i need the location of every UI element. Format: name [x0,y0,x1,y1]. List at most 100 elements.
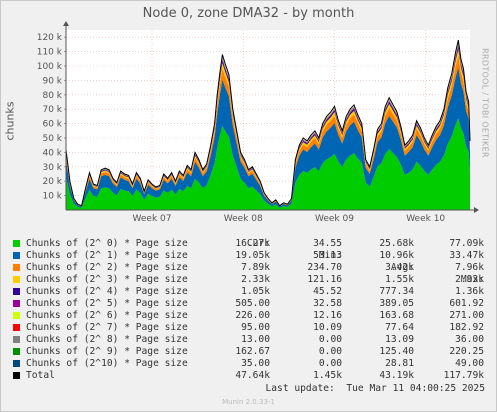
y-tick-label: 120 k [37,33,63,43]
y-tick-label: 20 k [42,177,62,187]
legend-label: Chunks of (2^ 4) * Page size [26,286,188,297]
legend-avg-value: 13.09 [385,334,414,345]
legend-avg-value: 163.68 [379,310,414,321]
legend-cur-value: 16.27k [235,238,270,249]
legend-min-value: 1.45k [313,370,342,381]
legend-min-value: 12.16 [313,310,342,321]
y-tick-label: 50 k [42,134,62,144]
legend-label: Chunks of (2^ 5) * Page size [26,298,188,309]
legend-avg-value: 3.42k [385,262,414,273]
y-tick-label: 30 k [42,163,62,173]
legend-row: Chunks of (2^ 3) * Page size 2.33k 121.16 1… [0,274,497,286]
legend-label: Chunks of (2^ 7) * Page size [26,322,188,333]
legend-row: Chunks of (2^ 0) * Page size 16.27k 34.55 2… [0,238,497,250]
legend-label: Chunks of (2^ 9) * Page size [26,346,188,357]
y-tick-label: 40 k [42,148,62,158]
x-tick-label: Week 09 [315,214,354,224]
legend-avg-value: 389.05 [379,298,414,309]
legend-swatch [13,300,20,307]
y-tick-label: 100 k [37,62,63,72]
legend-max-value: 182.92 [449,322,484,333]
legend-max-value: 117.79k [443,370,484,381]
legend-row: Chunks of (2^ 8) * Page size 13.00 0.00 13.… [0,334,497,346]
legend-row: Chunks of (2^ 6) * Page size 226.00 12.16 1… [0,310,497,322]
legend-swatch [13,348,20,355]
legend-swatch [13,276,20,283]
legend-label: Chunks of (2^ 1) * Page size [26,250,188,261]
legend-label: Chunks of (2^ 8) * Page size [26,334,188,345]
legend-min-value: 32.58 [313,298,342,309]
legend-cur-value: 47.64k [235,370,270,381]
y-tick-label: 80 k [42,91,62,101]
legend-min-value: 45.52 [313,286,342,297]
legend-cur-value: 95.00 [241,322,270,333]
legend-label: Chunks of (2^ 6) * Page size [26,310,188,321]
legend-swatch [13,252,20,259]
legend-row: Chunks of (2^ 4) * Page size 1.05k 45.52 77… [0,286,497,298]
legend-max-value: 36.00 [455,334,484,345]
legend-header: Cur: Min: Avg: Max: [0,226,497,285]
legend-min-value: 0.00 [318,346,342,357]
legend-max-value: 220.25 [449,346,484,357]
legend-row: Chunks of (2^ 5) * Page size 505.00 32.58 3… [0,298,497,310]
legend-max-value: 49.00 [455,358,484,369]
legend-swatch [13,264,20,271]
legend-min-value: 121.16 [307,274,342,285]
y-tick-label: 110 k [37,48,63,58]
legend-avg-value: 1.55k [385,274,414,285]
legend-max-value: 33.47k [449,250,484,261]
legend-min-value: 0.00 [318,358,342,369]
area-chart: 10 k 20 k 30 k 40 k 50 k 60 k 70 k 80 k 90 k 100 … [37,21,479,224]
legend-min-value: 10.09 [313,322,342,333]
legend-avg-value: 77.64 [385,322,414,333]
legend-swatch [13,360,20,367]
legend-row: Total 47.64k 1.45k 43.19k 117.79k [0,370,497,382]
legend-swatch [13,372,20,379]
legend-min-value: 0.00 [318,334,342,345]
legend-label: Chunks of (2^ 2) * Page size [26,262,188,273]
legend-label: Chunks of (2^ 0) * Page size [26,238,188,249]
legend-avg-value: 125.40 [379,346,414,357]
x-tick-label: Week 08 [224,214,263,224]
legend-row: Chunks of (2^ 2) * Page size 7.89k 234.70 3… [0,262,497,274]
legend-label: Chunks of (2^ 3) * Page size [26,274,188,285]
y-tick-label: 60 k [42,120,62,130]
legend-avg-value: 28.81 [385,358,414,369]
legend-row: Chunks of (2^ 7) * Page size 95.00 10.09 77… [0,322,497,334]
legend-row: Chunks of (2^ 1) * Page size 19.05k 53.13 1… [0,250,497,262]
x-tick-label: Week 10 [406,214,445,224]
legend-avg-value: 25.68k [379,238,414,249]
y-axis-arrow [63,21,69,26]
legend-cur-value: 35.00 [241,358,270,369]
legend-cur-value: 19.05k [235,250,270,261]
legend-cur-value: 226.00 [235,310,270,321]
x-axis-arrow [474,207,479,213]
legend-row: Chunks of (2^ 9) * Page size 162.67 0.00 12… [0,346,497,358]
legend-max-value: 77.09k [449,238,484,249]
legend-cur-value: 162.67 [235,346,270,357]
munin-version: Munin 2.0.33-1 [222,398,275,406]
legend-label: Chunks of (2^10) * Page size [26,358,188,369]
legend-cur-value: 2.33k [241,274,270,285]
legend-max-value: 1.36k [455,286,484,297]
y-tick-label: 10 k [42,192,62,202]
y-tick-label: 70 k [42,105,62,115]
legend-swatch [13,336,20,343]
legend-max-value: 601.92 [449,298,484,309]
legend-swatch [13,312,20,319]
legend-swatch [13,324,20,331]
legend-min-value: 53.13 [313,250,342,261]
legend-min-value: 34.55 [313,238,342,249]
legend-cur-value: 1.05k [241,286,270,297]
legend-cur-value: 7.89k [241,262,270,273]
legend-cur-value: 13.00 [241,334,270,345]
legend-avg-value: 777.34 [379,286,414,297]
legend-label: Total [26,370,55,381]
legend-avg-value: 10.96k [379,250,414,261]
legend-row: Chunks of (2^10) * Page size 35.00 0.00 28.… [0,358,497,370]
legend-avg-value: 43.19k [379,370,414,381]
legend-max-value: 7.96k [455,262,484,273]
legend-min-value: 234.70 [307,262,342,273]
legend-cur-value: 505.00 [235,298,270,309]
last-update: Last update: Tue Mar 11 04:00:25 2025 [265,383,486,394]
